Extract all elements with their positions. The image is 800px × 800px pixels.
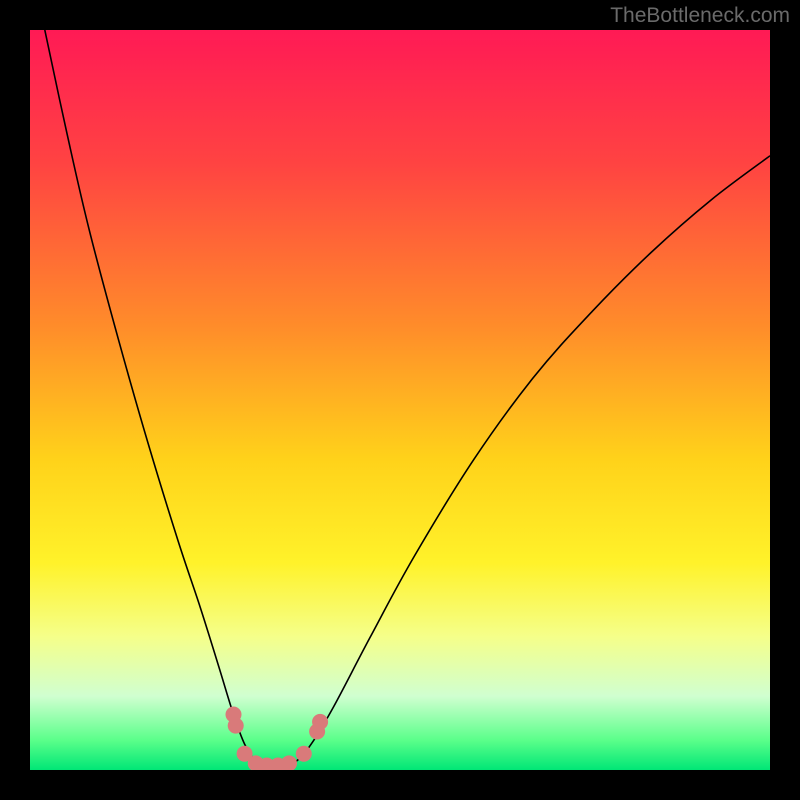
plot-area [30,30,770,770]
marker-point [296,746,312,762]
marker-point [312,714,328,730]
chart-svg [30,30,770,770]
chart-container: TheBottleneck.com [0,0,800,800]
watermark-text: TheBottleneck.com [610,4,790,28]
gradient-background [30,30,770,770]
marker-point [228,718,244,734]
